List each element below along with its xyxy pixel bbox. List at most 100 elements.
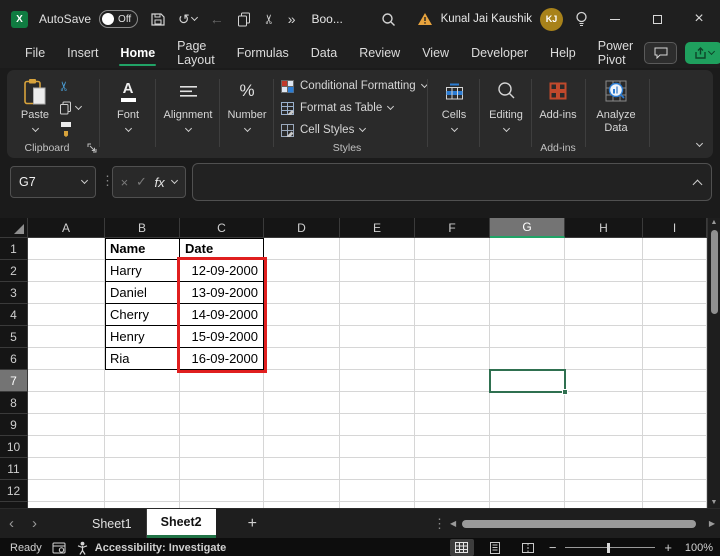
cell-F3[interactable] [415, 282, 490, 304]
cell-C5[interactable]: 15-09-2000 [180, 326, 264, 348]
cell-F11[interactable] [415, 458, 490, 480]
cell-E11[interactable] [340, 458, 415, 480]
cell-H5[interactable] [565, 326, 643, 348]
macro-record-icon[interactable] [52, 542, 66, 554]
cell-E1[interactable] [340, 238, 415, 260]
cell-H4[interactable] [565, 304, 643, 326]
cell-D11[interactable] [264, 458, 340, 480]
warning-icon[interactable] [417, 12, 433, 26]
cell-C1[interactable]: Date [180, 238, 264, 260]
cell-H9[interactable] [565, 414, 643, 436]
cancel-icon[interactable]: × [121, 175, 129, 190]
cell-C9[interactable] [180, 414, 264, 436]
excel-app-icon[interactable]: X [11, 11, 28, 28]
cell-B7[interactable] [105, 370, 180, 392]
cell-C2[interactable]: 12-09-2000 [180, 260, 264, 282]
cell-C4[interactable]: 14-09-2000 [180, 304, 264, 326]
cell-C8[interactable] [180, 392, 264, 414]
cell-G11[interactable] [490, 458, 565, 480]
zoom-slider-thumb[interactable] [607, 543, 611, 553]
cells-group-button[interactable]: Cells [431, 74, 477, 140]
cell-H2[interactable] [565, 260, 643, 282]
cell-I8[interactable] [643, 392, 707, 414]
cell-E5[interactable] [340, 326, 415, 348]
cell-I9[interactable] [643, 414, 707, 436]
paste-dropdown-icon[interactable] [31, 125, 38, 132]
clipboard-dialog-launcher-icon[interactable] [87, 143, 97, 156]
column-header-A[interactable]: A [28, 218, 105, 238]
fx-dropdown-icon[interactable] [171, 177, 178, 184]
cell-A4[interactable] [28, 304, 105, 326]
cell-E6[interactable] [340, 348, 415, 370]
row-header-12[interactable]: 12 [0, 480, 28, 502]
cell-C6[interactable]: 16-09-2000 [180, 348, 264, 370]
vertical-scrollbar-thumb[interactable] [711, 230, 718, 314]
column-header-H[interactable]: H [565, 218, 643, 238]
cell-B9[interactable] [105, 414, 180, 436]
cell-B5[interactable]: Henry [105, 326, 180, 348]
column-header-C[interactable]: C [180, 218, 264, 238]
cell-A9[interactable] [28, 414, 105, 436]
cell-G10[interactable] [490, 436, 565, 458]
row-header-6[interactable]: 6 [0, 348, 28, 370]
sheet-tab-sheet2[interactable]: Sheet2 [147, 509, 216, 538]
horizontal-scrollbar-thumb[interactable] [462, 520, 696, 528]
cell-B8[interactable] [105, 392, 180, 414]
cells-dropdown-icon[interactable] [450, 125, 457, 132]
normal-view-button[interactable] [450, 539, 474, 556]
vertical-scrollbar[interactable]: ▲ ▼ [707, 218, 720, 508]
cell-G12[interactable] [490, 480, 565, 502]
cell-B10[interactable] [105, 436, 180, 458]
number-dropdown-icon[interactable] [243, 125, 250, 132]
cell-D5[interactable] [264, 326, 340, 348]
cell-H3[interactable] [565, 282, 643, 304]
cell-E8[interactable] [340, 392, 415, 414]
cell-A3[interactable] [28, 282, 105, 304]
cell-H7[interactable] [565, 370, 643, 392]
scroll-right-icon[interactable]: ▶ [709, 519, 715, 528]
cell-H10[interactable] [565, 436, 643, 458]
tab-home[interactable]: Home [109, 38, 166, 68]
enter-icon[interactable]: ✓ [136, 174, 147, 190]
zoom-in-button[interactable]: + [664, 540, 672, 555]
cell-D3[interactable] [264, 282, 340, 304]
cell-C11[interactable] [180, 458, 264, 480]
cell-D6[interactable] [264, 348, 340, 370]
scroll-down-icon[interactable]: ▼ [711, 498, 718, 508]
zoom-slider[interactable] [565, 542, 655, 554]
cell-A5[interactable] [28, 326, 105, 348]
analyze-data-button[interactable]: Analyze Data [589, 74, 643, 140]
cell-E3[interactable] [340, 282, 415, 304]
tab-page-layout[interactable]: Page Layout [166, 38, 226, 68]
cell-B4[interactable]: Cherry [105, 304, 180, 326]
row-header-11[interactable]: 11 [0, 458, 28, 480]
row-header-4[interactable]: 4 [0, 304, 28, 326]
new-sheet-button[interactable]: + [248, 515, 257, 533]
font-dropdown-icon[interactable] [124, 125, 131, 132]
conditional-formatting-button[interactable]: Conditional Formatting [281, 77, 427, 95]
expand-formula-bar-icon[interactable] [693, 179, 703, 189]
insert-function-icon[interactable]: fx [155, 175, 165, 190]
column-header-G[interactable]: G [490, 218, 565, 238]
cell-H1[interactable] [565, 238, 643, 260]
row-header-3[interactable]: 3 [0, 282, 28, 304]
cell-G5[interactable] [490, 326, 565, 348]
row-header-2[interactable]: 2 [0, 260, 28, 282]
cell-G4[interactable] [490, 304, 565, 326]
scroll-left-icon[interactable]: ◀ [450, 519, 456, 528]
cell-F4[interactable] [415, 304, 490, 326]
cell-E7[interactable] [340, 370, 415, 392]
alignment-dropdown-icon[interactable] [184, 125, 191, 132]
tab-formulas[interactable]: Formulas [226, 38, 300, 68]
cell-I11[interactable] [643, 458, 707, 480]
cell-H8[interactable] [565, 392, 643, 414]
cell-F7[interactable] [415, 370, 490, 392]
cell-I7[interactable] [643, 370, 707, 392]
format-painter-button[interactable] [59, 121, 73, 141]
share-button[interactable] [685, 42, 720, 64]
cell-C10[interactable] [180, 436, 264, 458]
column-header-D[interactable]: D [264, 218, 340, 238]
cell-H6[interactable] [565, 348, 643, 370]
font-group-button[interactable]: A Font [103, 74, 153, 140]
cell-F6[interactable] [415, 348, 490, 370]
